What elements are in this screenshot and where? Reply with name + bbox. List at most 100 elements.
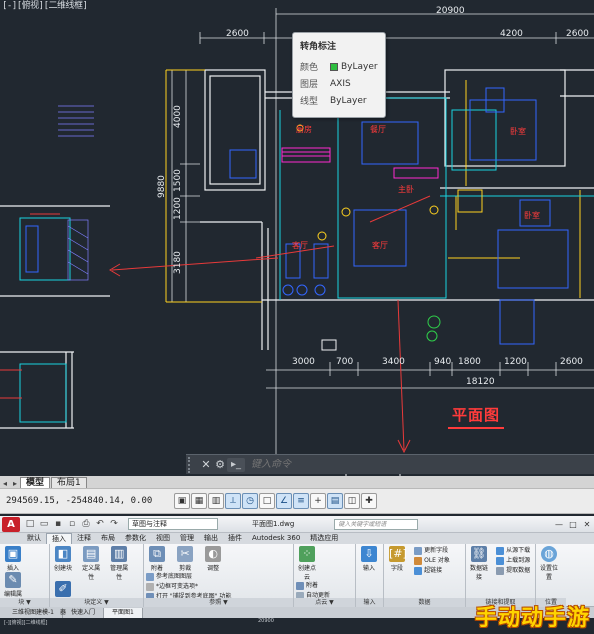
tooltip-value: AXIS — [330, 78, 351, 89]
data-link-icon: ⛓ — [471, 546, 487, 562]
tab-parametric[interactable]: 参数化 — [120, 533, 151, 544]
upload-source-option[interactable]: 上载到源 — [496, 556, 530, 566]
room-label: 主卧 — [398, 185, 414, 194]
transparency-icon[interactable]: + — [310, 493, 326, 509]
tab-plugins[interactable]: 插件 — [223, 533, 247, 544]
manage-attributes-button[interactable]: ▥ 管理属性 — [108, 546, 130, 581]
panel-title[interactable]: 点云 ▼ — [294, 598, 355, 607]
viewport-label[interactable]: [-][俯视][二维线框] — [4, 619, 48, 626]
ole-object-option[interactable]: OLE 对象 — [414, 556, 450, 566]
dim-bottom-segment: 940 — [434, 357, 452, 367]
tab-layout1[interactable]: 布局1 — [51, 477, 87, 488]
annotation-icon[interactable]: ◫ — [344, 493, 360, 509]
close-icon[interactable]: ✕ — [580, 520, 594, 529]
minimize-icon[interactable]: — — [552, 520, 566, 529]
lineweight-icon[interactable]: ≡ — [293, 493, 309, 509]
download-source-option[interactable]: 从源下载 — [496, 546, 530, 556]
tab-model[interactable]: 模型 — [20, 477, 51, 488]
field-button[interactable]: [#] 字段 — [386, 546, 408, 572]
import-button[interactable]: ⇩ 输入 — [358, 546, 380, 572]
update-fields-option[interactable]: 更新字段 — [414, 546, 450, 556]
ole-icon — [414, 556, 423, 565]
undo-icon[interactable]: ↶ — [94, 518, 106, 530]
title-bar: A □ ▭ ▪ ▫ ⎙ ↶ ↷ 草图与注释 平面图1.dwg 键入关键字或短语 … — [0, 516, 594, 533]
adjust-button[interactable]: ◐ 调整 — [202, 546, 224, 572]
manage-attributes-icon: ▥ — [111, 546, 128, 562]
close-icon[interactable]: ✕ — [199, 457, 213, 473]
tooltip-row-layer: 图层 AXIS — [300, 78, 378, 91]
extract-data-option[interactable]: 提取数据 — [496, 566, 530, 576]
attach-button[interactable]: ⧉ 附着 — [146, 546, 168, 572]
point-cloud-icon: ⁘ — [299, 546, 315, 562]
create-point-cloud-button[interactable]: ⁘ 创建点云 — [296, 546, 318, 581]
tab-manage[interactable]: 管理 — [175, 533, 199, 544]
dim-top-total: 20900 — [436, 6, 465, 16]
clip-button[interactable]: ✂ 剪裁 — [174, 546, 196, 572]
tab-view[interactable]: 视图 — [151, 533, 175, 544]
linking-small-options: 从源下载 上载到源 提取数据 — [496, 546, 530, 576]
frame-icon — [146, 582, 154, 591]
open-icon[interactable]: ▭ — [38, 518, 50, 530]
tab-annotate[interactable]: 注释 — [72, 533, 96, 544]
tab-autodesk360[interactable]: Autodesk 360 — [247, 533, 305, 544]
panel-title[interactable]: 块定义 ▼ — [50, 598, 143, 607]
command-input[interactable] — [251, 459, 551, 470]
underlay-layers-option[interactable]: 参考底图图层 — [146, 572, 231, 582]
ortho-icon[interactable]: ⟂ — [225, 493, 241, 509]
data-link-button[interactable]: ⛓ 数据链接 — [468, 546, 490, 581]
document-title: 平面图1.dwg — [252, 520, 295, 528]
tab-next-icon[interactable]: ▸ — [10, 479, 20, 488]
app-logo[interactable]: A — [2, 516, 20, 532]
dim-left-segment: 1200 — [173, 197, 183, 220]
model-space-icon[interactable]: ▣ — [174, 493, 190, 509]
viewport-label[interactable]: [-][俯视][二维线框] — [2, 0, 88, 11]
osnap-icon[interactable]: □ — [259, 493, 275, 509]
tab-featured-apps[interactable]: 精选应用 — [305, 533, 343, 544]
workspace-select[interactable]: 草图与注释 — [128, 518, 218, 530]
window-controls: — □ ✕ — [552, 520, 594, 529]
panel-reference: ⧉ 附着 ✂ 剪裁 ◐ 调整 参考底图图层 *边框可变选项* 打开 "捕捉到参考底图"… — [144, 544, 294, 607]
snap-icon[interactable]: ▥ — [208, 493, 224, 509]
panel-linking: ⛓ 数据链接 从源下载 上载到源 提取数据 链接和提取 — [466, 544, 536, 607]
insert-block-button[interactable]: ▣ 插入 — [2, 546, 24, 572]
drawing-canvas[interactable]: [-][俯视][二维线框] 20900 2600 4200 2600 4000 … — [0, 0, 594, 478]
status-bar: 294569.15, -254840.14, 0.00 ▣ ▦ ▥ ⟂ ◷ □ … — [0, 488, 594, 514]
search-input[interactable]: 键入关键字或短语 — [334, 518, 419, 530]
grid-icon[interactable]: ▦ — [191, 493, 207, 509]
frame-option[interactable]: *边框可变选项* — [146, 582, 231, 592]
tab-prev-icon[interactable]: ◂ — [0, 479, 10, 488]
command-icon[interactable]: ▸_ — [227, 457, 245, 472]
ribbon-tab-bar: 默认 插入 注释 布局 参数化 视图 管理 输出 插件 Autodesk 360… — [0, 533, 594, 544]
globe-icon: ◍ — [541, 546, 557, 562]
wrench-icon[interactable]: ⚙ — [213, 457, 227, 473]
saveas-icon[interactable]: ▫ — [66, 518, 78, 530]
maximize-icon[interactable]: □ — [566, 520, 580, 529]
tab-insert[interactable]: 插入 — [46, 533, 72, 544]
create-block-button[interactable]: ◧ 创建块 — [52, 546, 74, 572]
watermark-logo: 手动动手游 — [474, 606, 590, 631]
new-icon[interactable]: □ — [24, 518, 36, 530]
redo-icon[interactable]: ↷ — [108, 518, 120, 530]
panel-location: ◍ 设置位置 位置 — [536, 544, 566, 607]
panel-title[interactable]: 参照 ▼ — [144, 598, 293, 607]
print-icon[interactable]: ⎙ — [80, 518, 92, 530]
dim-left-segment: 4000 — [173, 105, 183, 128]
doc-tab-active[interactable]: 平面图1 — [104, 607, 143, 618]
selection-cycle-icon[interactable]: ▤ — [327, 493, 343, 509]
otrack-icon[interactable]: ∠ — [276, 493, 292, 509]
tab-output[interactable]: 输出 — [199, 533, 223, 544]
hyperlink-option[interactable]: 超链接 — [414, 566, 450, 576]
tab-default[interactable]: 默认 — [22, 533, 46, 544]
define-attribute-button[interactable]: ▤ 定义属性 — [80, 546, 102, 581]
tab-layout[interactable]: 布局 — [96, 533, 120, 544]
save-icon[interactable]: ▪ — [52, 518, 64, 530]
drag-handle[interactable] — [188, 456, 196, 473]
set-location-button[interactable]: ◍ 设置位置 — [538, 546, 560, 581]
tooltip-key: 图层 — [300, 80, 319, 90]
panel-title[interactable]: 块 ▼ — [0, 598, 49, 607]
plus-icon[interactable]: ✚ — [361, 493, 377, 509]
polar-icon[interactable]: ◷ — [242, 493, 258, 509]
pc-attach-option[interactable]: 附着 — [296, 581, 330, 591]
panel-block-definition: ◧创建块 ▤定义属性 ▥管理属性 ✐块编辑器 块定义 ▼ — [50, 544, 144, 616]
color-swatch — [330, 62, 338, 71]
